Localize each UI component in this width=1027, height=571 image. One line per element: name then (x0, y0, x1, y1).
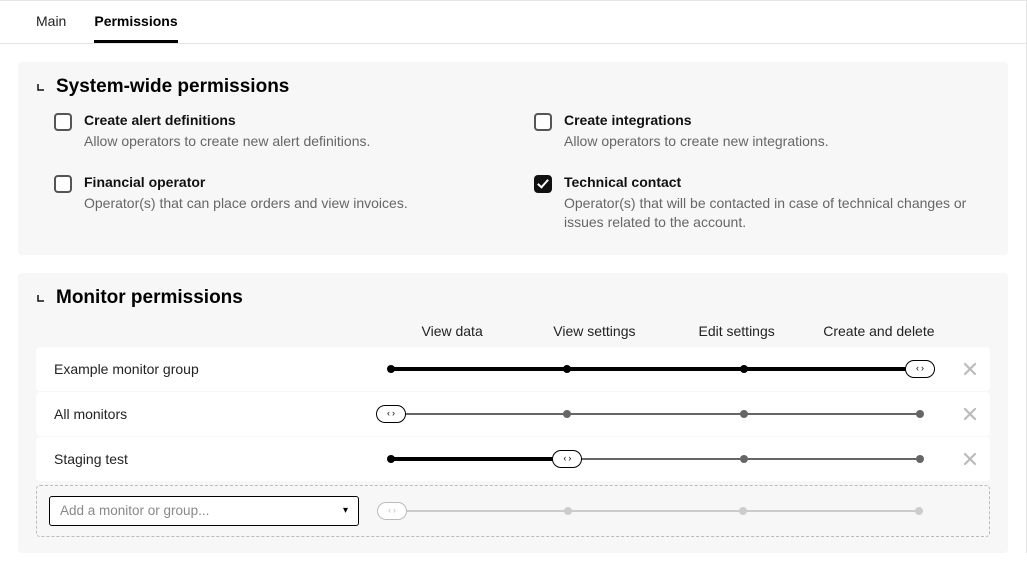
chevron-down-icon: ▾ (343, 505, 348, 516)
perm-desc-financial: Operator(s) that can place orders and vi… (84, 194, 408, 214)
row-name: Staging test (36, 451, 381, 467)
section-title-monitor: Monitor permissions (56, 287, 243, 309)
perm-desc-technical: Operator(s) that will be contacted in ca… (564, 194, 990, 233)
slider-handle-disabled: ‹› (377, 502, 407, 520)
row-name: Example monitor group (36, 361, 381, 377)
checkbox-create-alert[interactable] (54, 113, 72, 131)
col-create-delete: Create and delete (808, 323, 950, 339)
perm-title-create-integrations: Create integrations (564, 112, 829, 128)
section-title-system: System-wide permissions (56, 76, 289, 98)
checkbox-technical[interactable] (534, 175, 552, 193)
perm-desc-create-integrations: Allow operators to create new integratio… (564, 132, 829, 152)
perm-title-financial: Financial operator (84, 174, 408, 190)
row-name: All monitors (36, 406, 381, 422)
monitor-permissions-section: Monitor permissions View data View setti… (18, 273, 1008, 553)
add-monitor-placeholder: Add a monitor or group... (60, 503, 209, 518)
collapse-icon[interactable] (36, 293, 46, 303)
tab-main[interactable]: Main (36, 13, 66, 43)
slider-handle[interactable]: ‹› (376, 405, 406, 423)
permission-row: Staging test ‹› (36, 437, 990, 481)
slider-handle[interactable]: ‹› (552, 450, 582, 468)
remove-row-button[interactable] (950, 406, 990, 422)
checkbox-financial[interactable] (54, 175, 72, 193)
system-wide-section: System-wide permissions Create alert def… (18, 62, 1008, 255)
checkbox-create-integrations[interactable] (534, 113, 552, 131)
slider-handle[interactable]: ‹› (905, 360, 935, 378)
perm-title-create-alert: Create alert definitions (84, 112, 370, 128)
add-monitor-select[interactable]: Add a monitor or group... ▾ (49, 496, 359, 526)
tab-permissions[interactable]: Permissions (94, 13, 177, 43)
remove-row-button[interactable] (950, 451, 990, 467)
col-view-data: View data (381, 323, 523, 339)
perm-desc-create-alert: Allow operators to create new alert defi… (84, 132, 370, 152)
tab-bar: Main Permissions (0, 0, 1026, 44)
add-permission-row: Add a monitor or group... ▾ ‹› (36, 485, 990, 537)
permission-row: Example monitor group ‹› (36, 347, 990, 391)
remove-row-button[interactable] (950, 361, 990, 377)
col-edit-settings: Edit settings (666, 323, 808, 339)
perm-title-technical: Technical contact (564, 174, 990, 190)
col-view-settings: View settings (523, 323, 665, 339)
collapse-icon[interactable] (36, 82, 46, 92)
permission-row: All monitors ‹› (36, 392, 990, 436)
